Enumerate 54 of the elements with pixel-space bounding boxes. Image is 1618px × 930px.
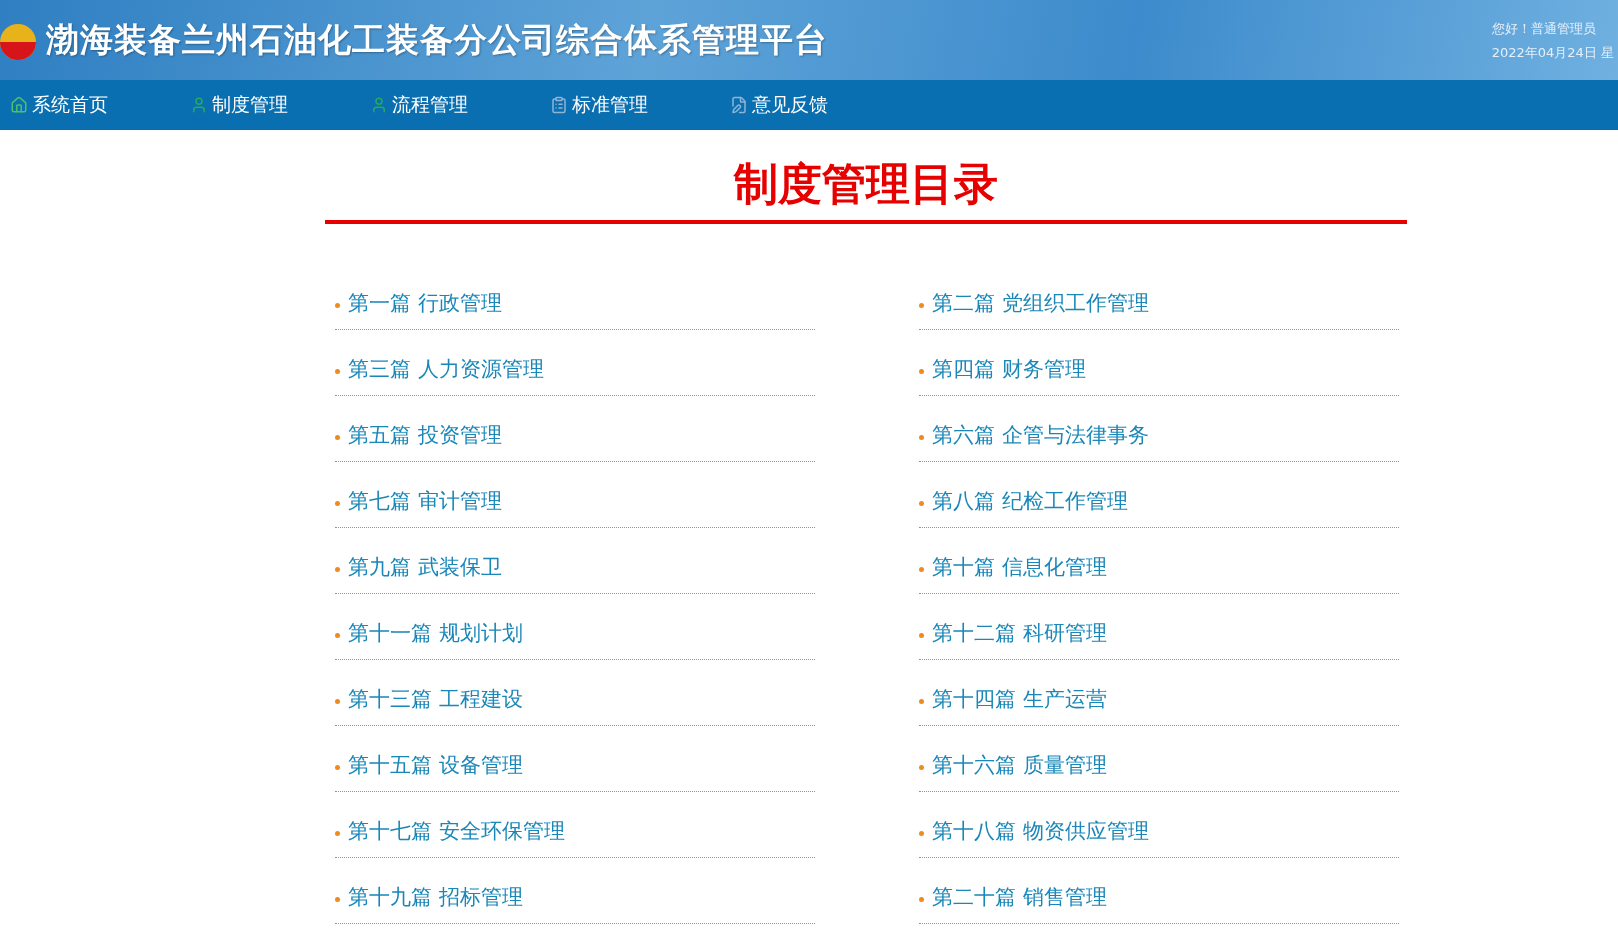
nav-item[interactable]: 制度管理: [190, 92, 370, 118]
bullet-icon: [919, 501, 924, 506]
catalog-link[interactable]: 第十七篇 安全环保管理: [335, 792, 815, 858]
page-title: 制度管理目录: [732, 157, 999, 211]
bullet-icon: [919, 765, 924, 770]
bullet-icon: [919, 897, 924, 902]
catalog-link[interactable]: 第十三篇 工程建设: [335, 660, 815, 726]
catalog-link[interactable]: 第二十篇 销售管理: [919, 858, 1399, 924]
catalog-link[interactable]: 第十六篇 质量管理: [919, 726, 1399, 792]
edit-icon: [730, 96, 748, 114]
bullet-icon: [919, 303, 924, 308]
bullet-icon: [335, 303, 340, 308]
bullet-icon: [335, 369, 340, 374]
catalog-link[interactable]: 第四篇 财务管理: [919, 330, 1399, 396]
clipboard-icon: [550, 96, 568, 114]
catalog-link[interactable]: 第十九篇 招标管理: [335, 858, 815, 924]
bullet-icon: [919, 567, 924, 572]
catalog-link[interactable]: 第二篇 党组织工作管理: [919, 264, 1399, 330]
bullet-icon: [335, 501, 340, 506]
catalog-link[interactable]: 第十八篇 物资供应管理: [919, 792, 1399, 858]
catalog-link[interactable]: 第十篇 信息化管理: [919, 528, 1399, 594]
home-icon: [10, 96, 28, 114]
catalog-link[interactable]: 第十五篇 设备管理: [335, 726, 815, 792]
bullet-icon: [919, 369, 924, 374]
bullet-icon: [335, 765, 340, 770]
catalog-link[interactable]: 第八篇 纪检工作管理: [919, 462, 1399, 528]
bullet-icon: [335, 633, 340, 638]
nav-item[interactable]: 流程管理: [370, 92, 550, 118]
person-icon: [370, 96, 388, 114]
catalog-link[interactable]: 第五篇 投资管理: [335, 396, 815, 462]
bullet-icon: [919, 831, 924, 836]
person-icon: [190, 96, 208, 114]
catalog-link[interactable]: 第十四篇 生产运营: [919, 660, 1399, 726]
bullet-icon: [919, 435, 924, 440]
site-title: 渤海装备兰州石油化工装备分公司综合体系管理平台: [46, 18, 828, 61]
catalog-link[interactable]: 第十二篇 科研管理: [919, 594, 1399, 660]
bullet-icon: [335, 897, 340, 902]
nav-item[interactable]: 意见反馈: [730, 92, 910, 118]
bullet-icon: [335, 567, 340, 572]
catalog-link[interactable]: 第三篇 人力资源管理: [335, 330, 815, 396]
date-text: 2022年04月24日 星: [1491, 44, 1614, 62]
bullet-icon: [919, 699, 924, 704]
catalog-link[interactable]: 第七篇 审计管理: [335, 462, 815, 528]
bullet-icon: [335, 699, 340, 704]
bullet-icon: [335, 831, 340, 836]
greeting-text: 您好！普通管理员: [1491, 20, 1597, 38]
bullet-icon: [919, 633, 924, 638]
catalog-link[interactable]: 第十一篇 规划计划: [335, 594, 815, 660]
bullet-icon: [335, 435, 340, 440]
nav-item[interactable]: 标准管理: [550, 92, 730, 118]
catalog-link[interactable]: 第一篇 行政管理: [335, 264, 815, 330]
catalog-link[interactable]: 第九篇 武装保卫: [335, 528, 815, 594]
nav-item[interactable]: 系统首页: [10, 92, 190, 118]
catalog-link[interactable]: 第六篇 企管与法律事务: [919, 396, 1399, 462]
